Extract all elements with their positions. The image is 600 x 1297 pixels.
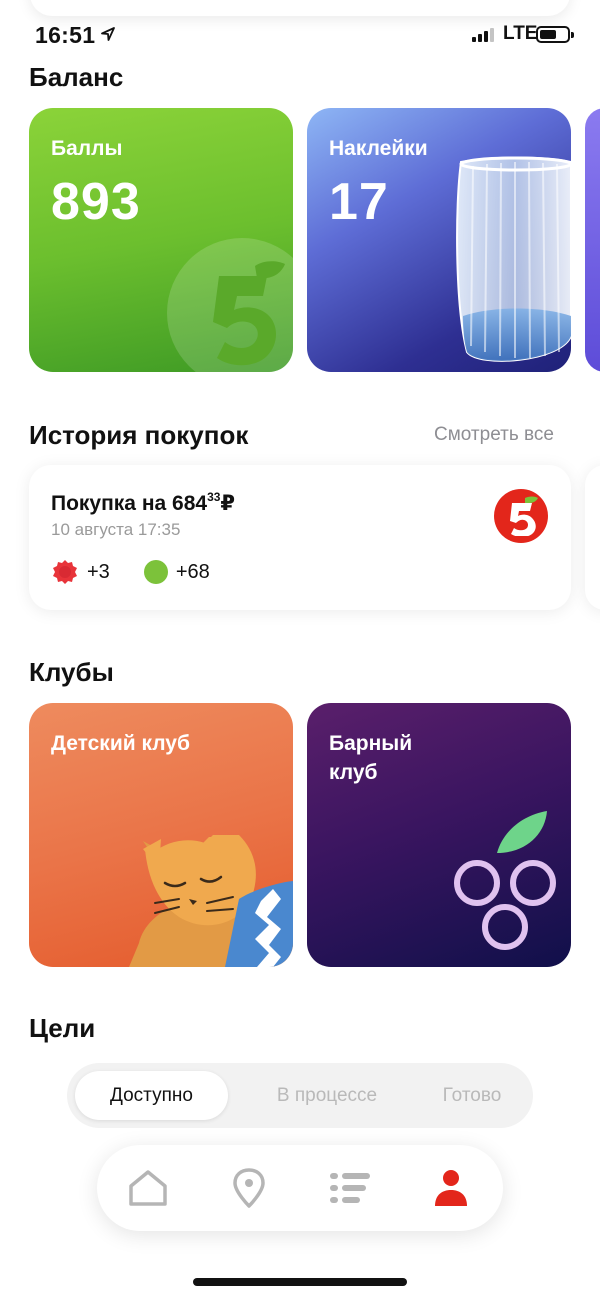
goals-tab-done[interactable]: Готово: [412, 1071, 532, 1120]
stickers-value: 17: [329, 173, 389, 231]
stickers-bonus: +3: [87, 560, 110, 583]
bottom-tab-bar: [97, 1145, 503, 1231]
points-value: 893: [51, 173, 141, 231]
goals-tab-available[interactable]: Доступно: [75, 1071, 228, 1120]
sticker-badge-icon: [53, 560, 77, 584]
list-icon[interactable]: [327, 1165, 373, 1211]
history-title: История покупок: [29, 420, 249, 450]
status-time: 16:51: [35, 22, 96, 48]
glass-image: [456, 156, 571, 362]
goals-segmented-control: Доступно В процессе Готово: [67, 1063, 533, 1128]
location-arrow-icon: [101, 27, 115, 41]
map-pin-icon[interactable]: [226, 1165, 272, 1211]
purchase-title: Покупка на 68433₽: [51, 490, 235, 516]
points-dot-icon: [143, 560, 168, 584]
next-balance-card[interactable]: [585, 108, 600, 372]
pyaterochka-logo-icon: [494, 489, 548, 543]
purchase-cents: 33: [207, 490, 221, 504]
bar-club-card[interactable]: Барный клуб: [307, 703, 571, 967]
points-card[interactable]: Баллы 893: [29, 108, 293, 372]
purchase-amount: Покупка на 684: [51, 492, 208, 515]
purchase-currency: ₽: [220, 492, 236, 515]
clubs-title: Клубы: [29, 657, 114, 687]
battery-icon: [536, 26, 574, 43]
goals-title: Цели: [29, 1013, 96, 1043]
bonus-row: +3 +68: [51, 558, 210, 586]
purchase-date: 10 августа 17:35: [51, 520, 181, 539]
five-logo-icon: [167, 238, 293, 372]
grapes-illustration: [454, 811, 556, 950]
network-type: LTE: [503, 23, 538, 44]
see-all-link[interactable]: Смотреть все: [434, 424, 554, 446]
goals-tab-in-progress[interactable]: В процессе: [242, 1071, 412, 1120]
status-bar: 16:51 LTE: [0, 18, 600, 54]
kids-club-card[interactable]: Детский клуб: [29, 703, 293, 967]
balance-title: Баланс: [29, 62, 124, 92]
home-icon[interactable]: [125, 1165, 171, 1211]
home-indicator: [193, 1278, 407, 1286]
stickers-card[interactable]: Наклейки 17: [307, 108, 571, 372]
purchase-card[interactable]: Покупка на 68433₽ 10 августа 17:35 +3 +6…: [29, 465, 571, 610]
cell-signal-icon: [472, 26, 494, 42]
next-purchase-card[interactable]: [585, 465, 600, 610]
points-label: Баллы: [51, 137, 123, 160]
stickers-label: Наклейки: [329, 137, 428, 160]
points-bonus: +68: [175, 560, 210, 583]
sleeping-cat-illustration: [129, 835, 293, 967]
top-sheet: [30, 0, 570, 16]
profile-icon[interactable]: [428, 1165, 474, 1211]
